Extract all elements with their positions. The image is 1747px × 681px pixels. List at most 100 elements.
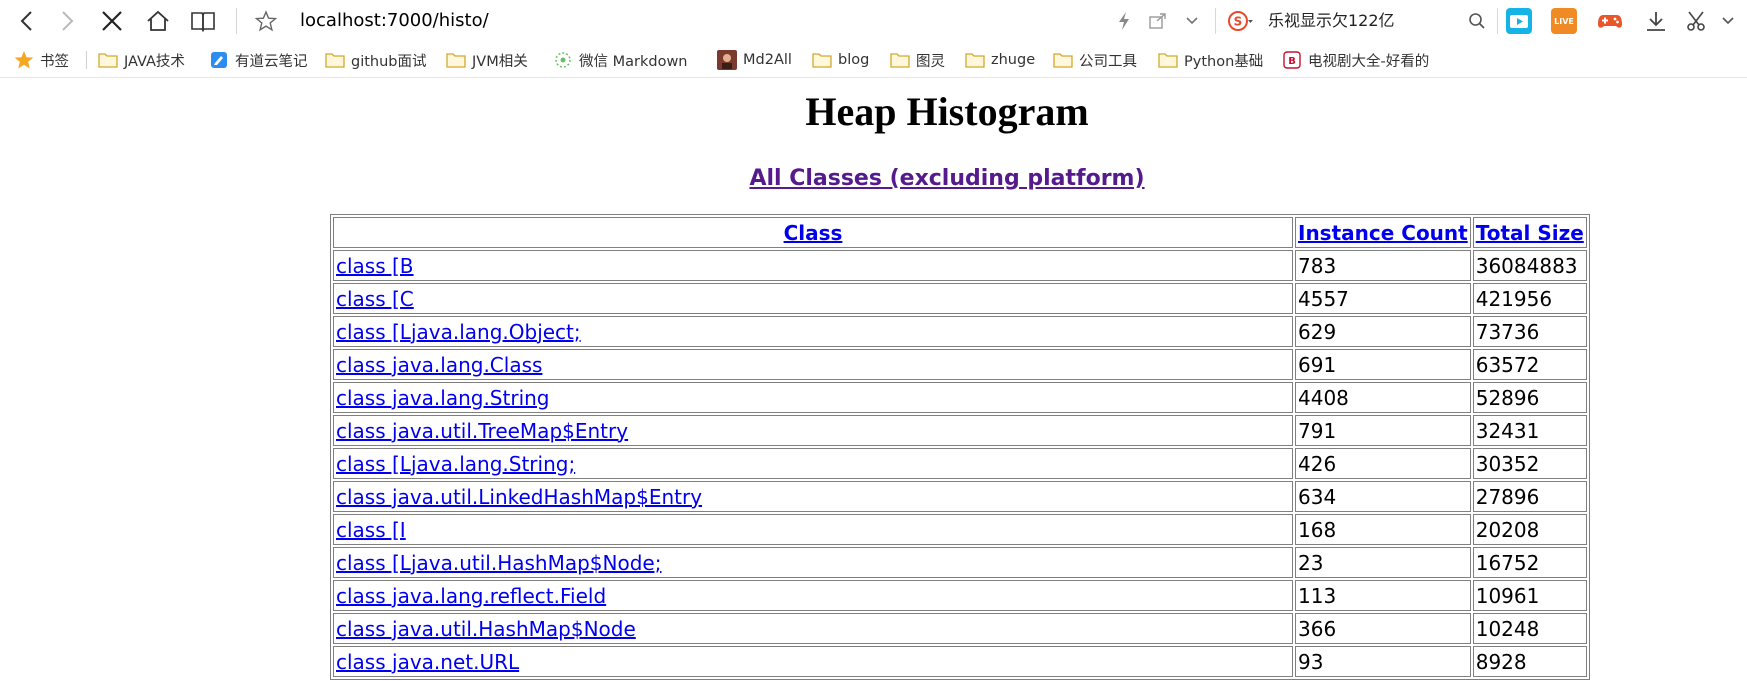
bookmark-item-bookmarks[interactable]: 书签 bbox=[14, 42, 69, 78]
url-path: :7000/histo/ bbox=[380, 10, 489, 31]
total-size-cell: 32431 bbox=[1472, 415, 1587, 446]
back-button[interactable] bbox=[10, 5, 42, 37]
share-icon[interactable] bbox=[1146, 9, 1170, 33]
book-icon bbox=[191, 12, 215, 32]
lightning-icon[interactable] bbox=[1112, 9, 1136, 33]
class-link[interactable]: class [Ljava.lang.String; bbox=[336, 452, 575, 476]
class-link[interactable]: class java.util.LinkedHashMap$Entry bbox=[336, 485, 702, 509]
bookmark-item-wechat-markdown[interactable]: 微信 Markdown bbox=[553, 42, 703, 78]
bookmark-item-turing[interactable]: 图灵 bbox=[890, 42, 945, 78]
wechat-markdown-icon bbox=[553, 51, 573, 69]
bookmark-label: blog bbox=[838, 52, 870, 68]
address-bar[interactable]: localhost:7000/histo/ bbox=[300, 8, 489, 34]
bookmark-item-md2all[interactable]: Md2All bbox=[717, 42, 792, 78]
sort-by-total-size-link[interactable]: Total Size bbox=[1476, 221, 1584, 245]
forward-button[interactable] bbox=[52, 5, 84, 37]
folder-icon bbox=[325, 51, 345, 69]
total-size-cell: 10961 bbox=[1472, 580, 1587, 611]
instance-count-cell: 366 bbox=[1295, 613, 1471, 644]
header-total-size: Total Size bbox=[1472, 217, 1587, 248]
folder-icon bbox=[98, 51, 118, 69]
class-link[interactable]: class [C bbox=[336, 287, 414, 311]
bookmark-label: Python基础 bbox=[1184, 53, 1264, 70]
total-size-cell: 10248 bbox=[1472, 613, 1587, 644]
chevron-down-icon[interactable] bbox=[1716, 9, 1740, 33]
instance-count-cell: 4557 bbox=[1295, 283, 1471, 314]
bookmark-item-tv[interactable]: B 电视剧大全-好看的 bbox=[1282, 42, 1432, 78]
scissors-icon[interactable] bbox=[1685, 9, 1709, 33]
instance-count-cell: 783 bbox=[1295, 250, 1471, 281]
home-icon bbox=[147, 10, 169, 31]
gamepad-icon[interactable] bbox=[1597, 8, 1623, 34]
bookmark-item-jvm[interactable]: JVM相关 bbox=[446, 42, 528, 78]
table-row: class [Ljava.util.HashMap$Node; 23 16752 bbox=[333, 547, 1587, 578]
class-link[interactable]: class java.util.HashMap$Node bbox=[336, 617, 636, 641]
instance-count-cell: 791 bbox=[1295, 415, 1471, 446]
table-row: class java.lang.reflect.Field 113 10961 bbox=[333, 580, 1587, 611]
instance-count-cell: 691 bbox=[1295, 349, 1471, 380]
instance-count-cell: 93 bbox=[1295, 646, 1471, 677]
class-link[interactable]: class java.lang.Class bbox=[336, 353, 542, 377]
home-button[interactable] bbox=[142, 5, 174, 37]
bookmark-item-java[interactable]: JAVA技术 bbox=[98, 42, 185, 78]
class-cell: class [B bbox=[333, 250, 1293, 281]
page-title: Heap Histogram bbox=[0, 88, 1747, 135]
total-size-cell: 73736 bbox=[1472, 316, 1587, 347]
bookmark-item-blog[interactable]: blog bbox=[812, 42, 869, 78]
tv-icon: B bbox=[1282, 51, 1302, 69]
sogou-icon: S bbox=[1228, 11, 1253, 31]
instance-count-cell: 113 bbox=[1295, 580, 1471, 611]
bookmark-item-company-tools[interactable]: 公司工具 bbox=[1053, 42, 1137, 78]
class-link[interactable]: class java.lang.reflect.Field bbox=[336, 584, 606, 608]
search-suggestion-text[interactable]: 乐视显示欠122亿 bbox=[1268, 8, 1395, 34]
bookmark-label: github面试 bbox=[351, 53, 427, 70]
class-link[interactable]: class java.net.URL bbox=[336, 650, 519, 674]
class-link[interactable]: class java.lang.String bbox=[336, 386, 550, 410]
class-cell: class [Ljava.lang.Object; bbox=[333, 316, 1293, 347]
class-link[interactable]: class java.util.TreeMap$Entry bbox=[336, 419, 628, 443]
class-link[interactable]: class [I bbox=[336, 518, 406, 542]
bookmark-label: 图灵 bbox=[916, 53, 945, 70]
reader-button[interactable] bbox=[187, 5, 219, 37]
bookmark-label: Md2All bbox=[743, 52, 792, 68]
stop-button[interactable] bbox=[96, 5, 128, 37]
bookmark-item-python[interactable]: Python基础 bbox=[1158, 42, 1263, 78]
total-size-cell: 27896 bbox=[1472, 481, 1587, 512]
total-size-cell: 20208 bbox=[1472, 514, 1587, 545]
chevron-down-icon[interactable] bbox=[1180, 9, 1204, 33]
sort-by-instance-count-link[interactable]: Instance Count bbox=[1298, 221, 1468, 245]
bookmark-label: 书签 bbox=[40, 53, 69, 70]
close-icon bbox=[102, 11, 122, 31]
video-app-icon[interactable] bbox=[1506, 8, 1532, 34]
bookmark-label: zhuge bbox=[991, 52, 1036, 68]
total-size-cell: 16752 bbox=[1472, 547, 1587, 578]
download-icon[interactable] bbox=[1644, 9, 1668, 33]
back-arrow-icon bbox=[20, 11, 32, 31]
folder-icon bbox=[1053, 51, 1073, 69]
bookmark-item-youdao[interactable]: 有道云笔记 bbox=[209, 42, 308, 78]
bookmark-star-button[interactable] bbox=[250, 5, 282, 37]
live-app-icon[interactable]: LIVE bbox=[1551, 8, 1577, 34]
class-link[interactable]: class [B bbox=[336, 254, 414, 278]
bookmark-item-zhuge[interactable]: zhuge bbox=[965, 42, 1035, 78]
header-instance-count: Instance Count bbox=[1295, 217, 1471, 248]
total-size-cell: 30352 bbox=[1472, 448, 1587, 479]
search-icon[interactable] bbox=[1465, 9, 1489, 33]
class-link[interactable]: class [Ljava.util.HashMap$Node; bbox=[336, 551, 661, 575]
table-row: class [I 168 20208 bbox=[333, 514, 1587, 545]
bookmark-label: JVM相关 bbox=[472, 53, 528, 70]
instance-count-cell: 634 bbox=[1295, 481, 1471, 512]
svg-text:S: S bbox=[1234, 15, 1243, 29]
class-cell: class java.util.HashMap$Node bbox=[333, 613, 1293, 644]
url-host: localhost bbox=[300, 10, 381, 31]
bookmarks-bar: 书签 JAVA技术 有道云笔记 github面试 JVM相关 微信 Markdo… bbox=[0, 42, 1747, 78]
bookmark-label: 有道云笔记 bbox=[235, 53, 308, 70]
total-size-cell: 52896 bbox=[1472, 382, 1587, 413]
search-engine-selector[interactable]: S bbox=[1228, 9, 1254, 33]
instance-count-cell: 168 bbox=[1295, 514, 1471, 545]
bookmark-item-github[interactable]: github面试 bbox=[325, 42, 427, 78]
class-link[interactable]: class [Ljava.lang.Object; bbox=[336, 320, 581, 344]
table-row: class [B 783 36084883 bbox=[333, 250, 1587, 281]
sort-by-class-link[interactable]: Class bbox=[784, 221, 843, 245]
all-classes-link[interactable]: All Classes (excluding platform) bbox=[749, 166, 1144, 191]
